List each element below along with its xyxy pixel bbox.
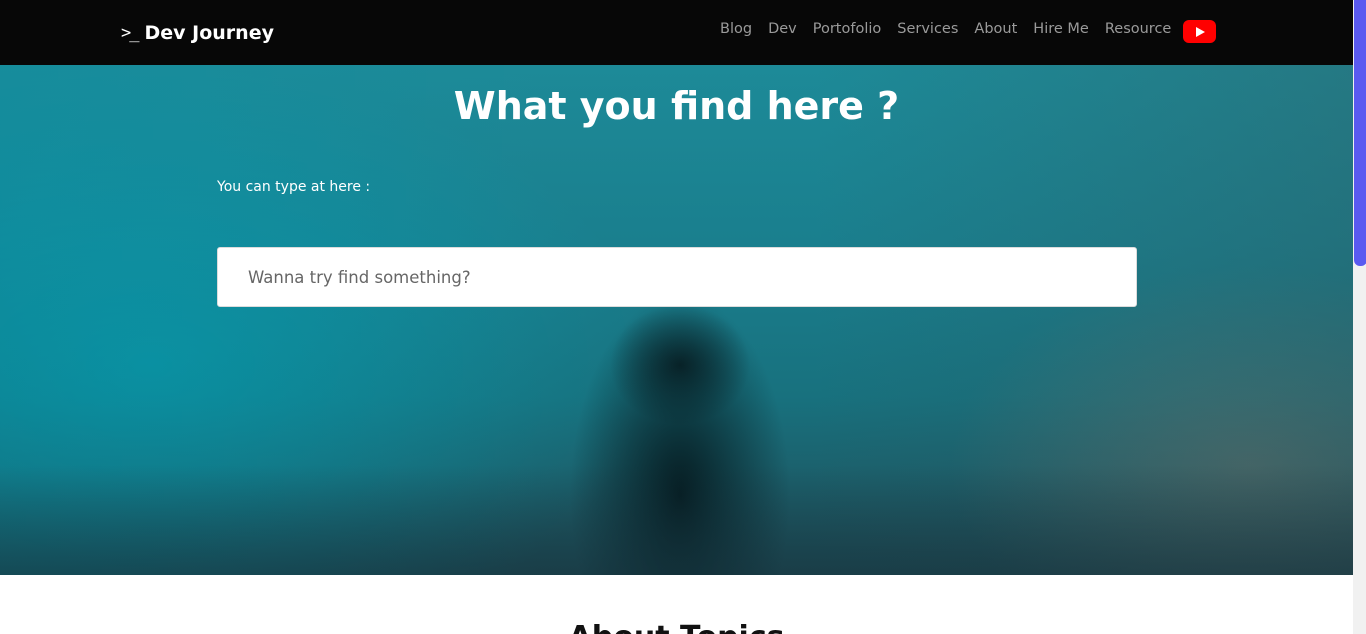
scrollbar[interactable] — [1353, 0, 1366, 634]
hero-title: What you find here ? — [453, 84, 900, 128]
nav-link-services[interactable]: Services — [889, 19, 966, 39]
nav-link-dev[interactable]: Dev — [760, 19, 805, 39]
scrollbar-thumb[interactable] — [1354, 0, 1366, 266]
navbar: >_ Dev Journey Blog Dev Portofolio Servi… — [0, 0, 1353, 65]
youtube-link[interactable] — [1183, 20, 1216, 43]
nav-link-hire-me[interactable]: Hire Me — [1025, 19, 1097, 39]
nav-link-blog[interactable]: Blog — [712, 19, 760, 39]
nav-link-resource[interactable]: Resource — [1097, 19, 1180, 39]
search-input[interactable] — [217, 247, 1137, 307]
brand-logo-link[interactable]: >_ Dev Journey — [121, 22, 274, 44]
nav-link-portofolio[interactable]: Portofolio — [805, 19, 890, 39]
about-topics-heading: About Topics — [0, 620, 1353, 634]
terminal-prompt-icon: >_ — [121, 23, 140, 43]
nav-links: Blog Dev Portofolio Services About Hire … — [712, 19, 1179, 39]
hero-section: What you find here ? You can type at her… — [0, 65, 1353, 575]
youtube-icon — [1195, 26, 1205, 37]
brand-title: Dev Journey — [144, 22, 274, 44]
nav-link-about[interactable]: About — [966, 19, 1025, 39]
hero-background-overlay — [0, 465, 1353, 575]
page: >_ Dev Journey Blog Dev Portofolio Servi… — [0, 0, 1366, 634]
search-label: You can type at here : — [217, 179, 371, 195]
